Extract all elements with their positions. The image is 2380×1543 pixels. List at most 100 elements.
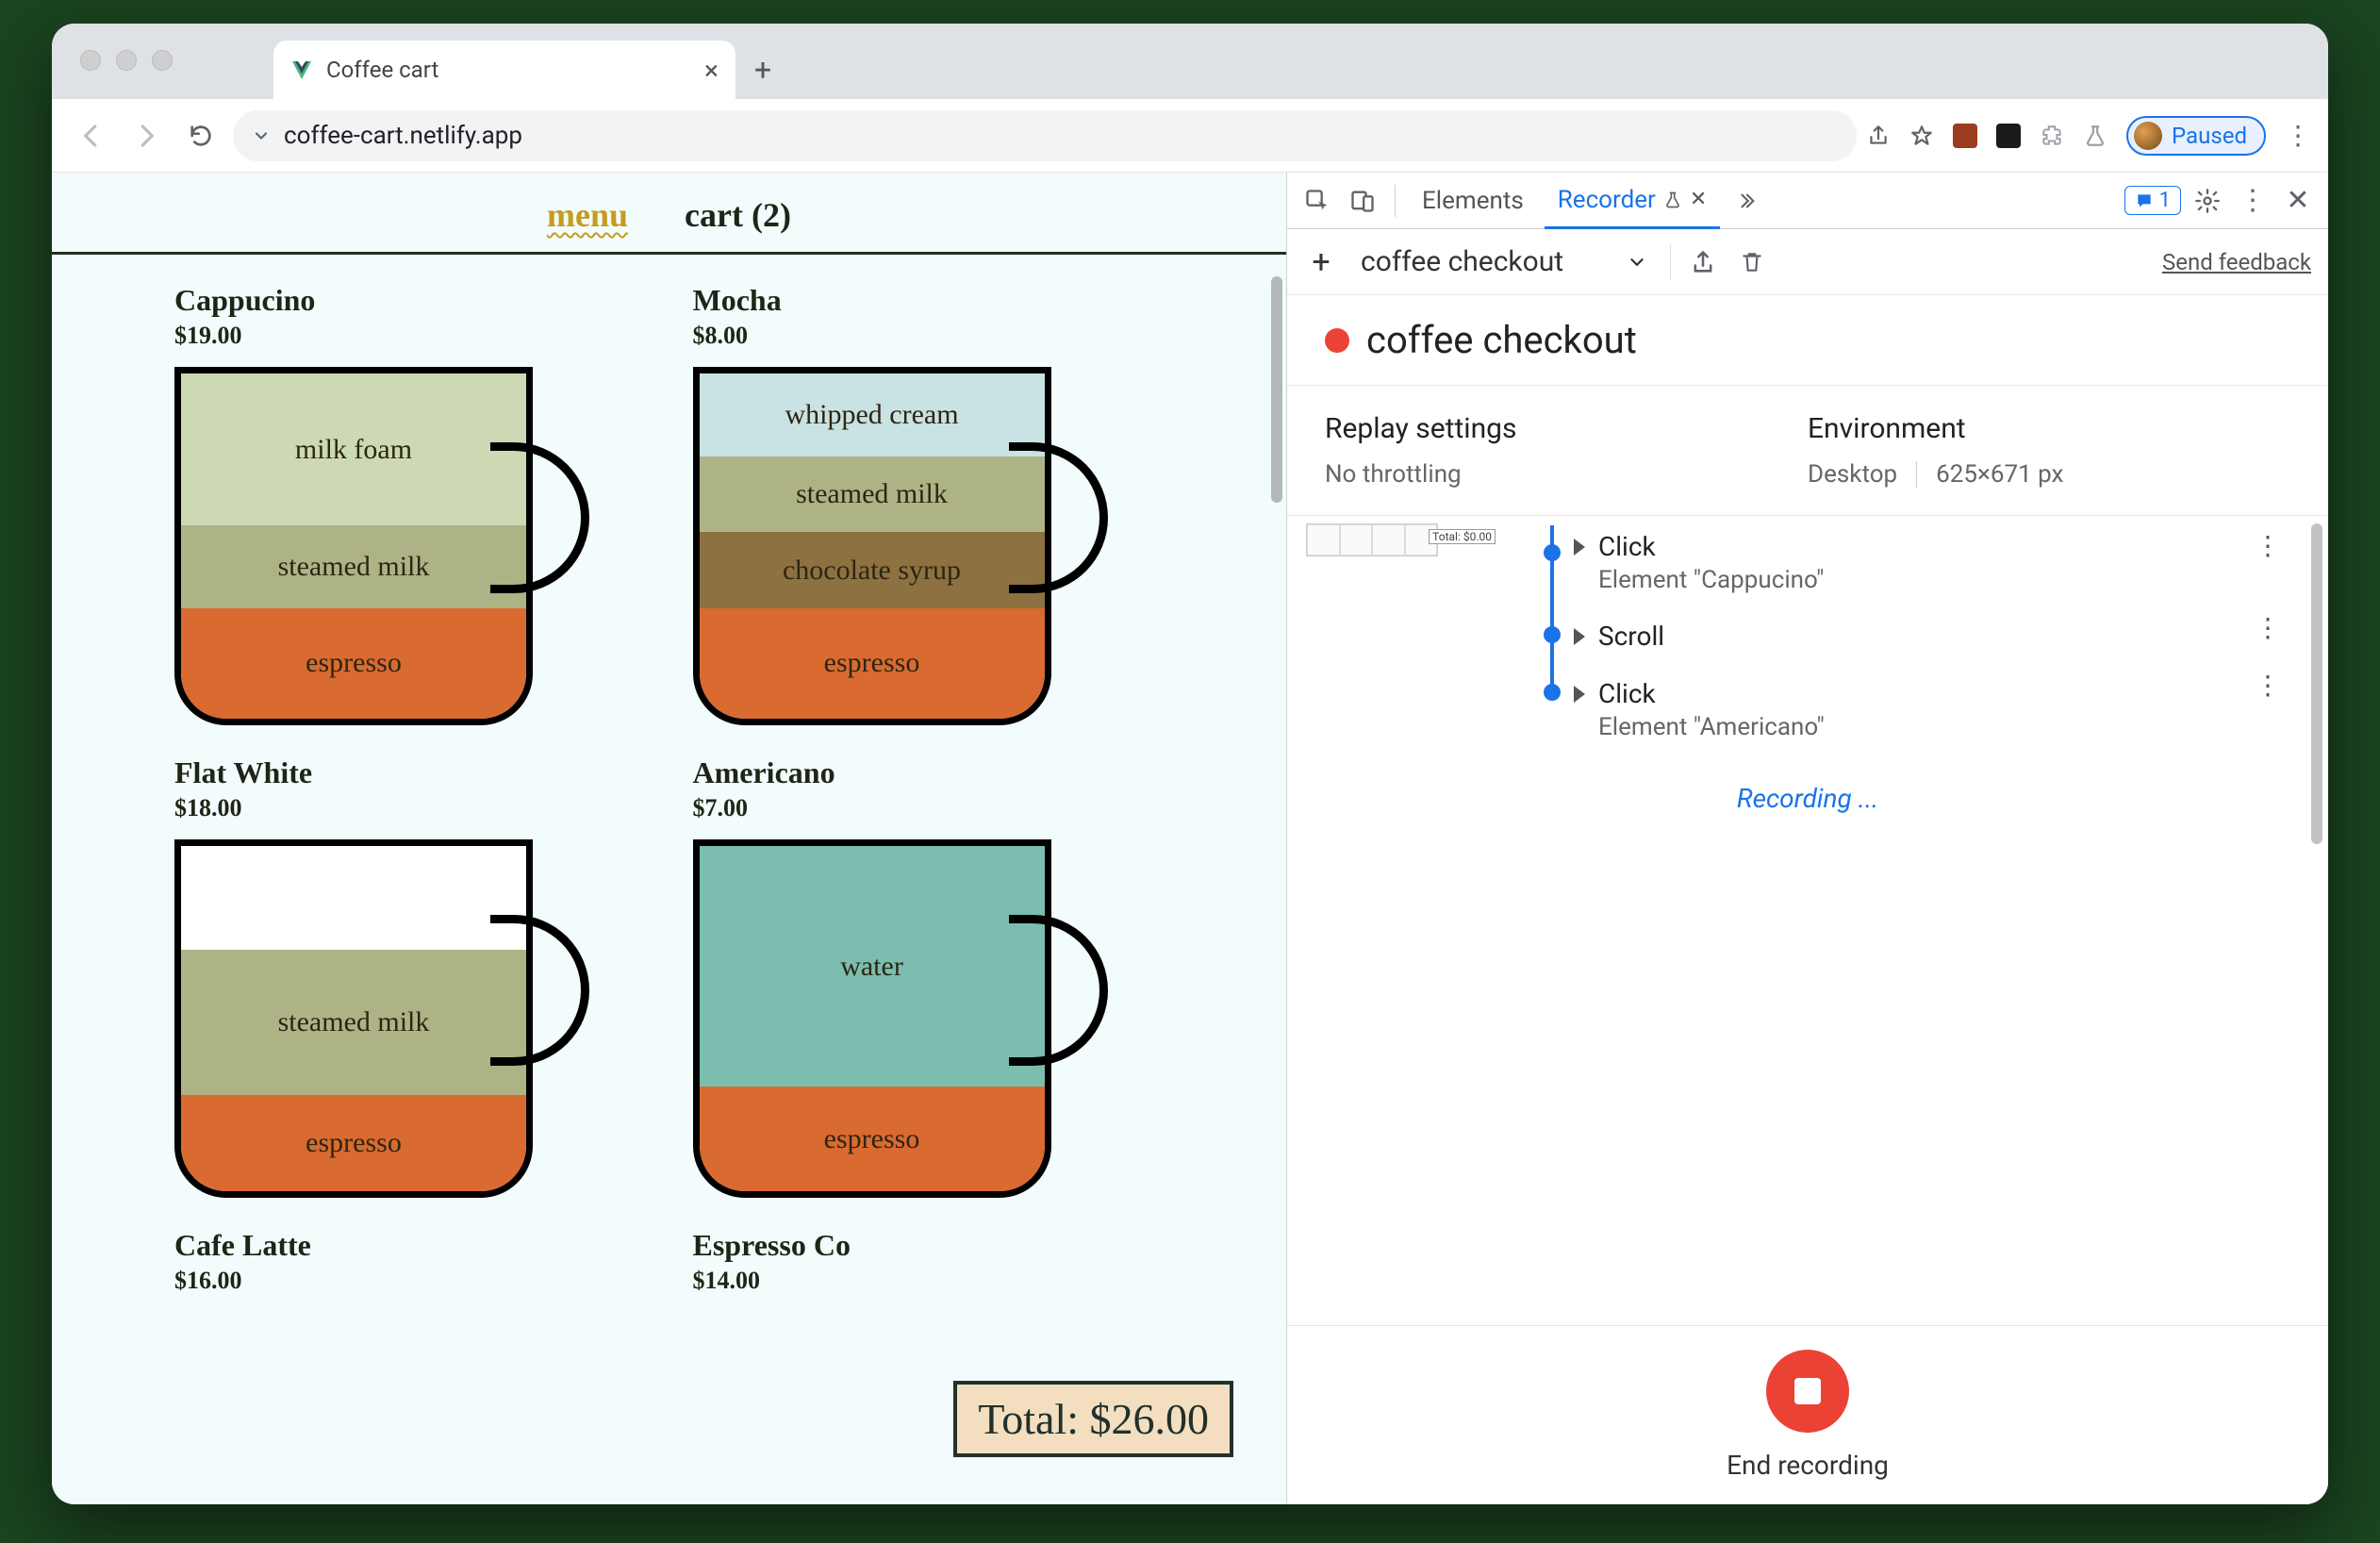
browser-menu-icon[interactable]: ⋮	[2285, 133, 2311, 139]
zoom-window[interactable]	[152, 50, 173, 71]
steps-list: Total: $0.00 Click Element "Cappucino" ⋮…	[1287, 516, 2328, 1325]
url-text: coffee-cart.netlify.app	[284, 122, 522, 150]
delete-icon[interactable]	[1735, 245, 1769, 279]
labs-icon[interactable]	[2083, 124, 2107, 148]
layer-steamed-milk: steamed milk	[700, 456, 1045, 533]
browser-tab[interactable]: Coffee cart ×	[273, 41, 735, 99]
layer-espresso: espresso	[181, 608, 526, 719]
tab-elements[interactable]: Elements	[1409, 173, 1537, 229]
product-price: $16.00	[174, 1267, 646, 1295]
flask-icon	[1663, 191, 1682, 209]
product-cafe-latte[interactable]: Cafe Latte$16.00	[174, 1228, 646, 1295]
recorder-settings: Replay settings No throttling Environmen…	[1287, 386, 2328, 516]
close-window[interactable]	[80, 50, 101, 71]
webpage: menu cart (2) Cappucino $19.00 milk foamst…	[52, 173, 1286, 1504]
stop-icon	[1794, 1378, 1821, 1404]
step-click[interactable]: Click Element "Americano" ⋮	[1532, 665, 2300, 755]
scrollbar[interactable]	[2311, 523, 2322, 844]
product-name: Mocha	[693, 283, 1165, 318]
step-thumbnail: Total: $0.00	[1306, 523, 1438, 556]
messages-badge[interactable]: 1	[2124, 186, 2181, 215]
chevron-down-icon	[1627, 252, 1647, 273]
recording-select[interactable]: coffee checkout	[1353, 240, 1655, 284]
avatar-icon	[2134, 122, 2162, 150]
omnibox[interactable]: coffee-cart.netlify.app	[233, 110, 1857, 161]
recording-title: coffee checkout	[1287, 295, 2328, 386]
product-mocha[interactable]: Mocha $8.00 whipped creamsteamed milkchoco…	[693, 283, 1165, 725]
product-name: Espresso Co	[693, 1228, 1165, 1263]
cup-illustration: whipped creamsteamed milkchocolate syrup…	[693, 367, 1108, 725]
settings-icon[interactable]	[2189, 182, 2226, 220]
product-price: $8.00	[693, 322, 1165, 350]
product-price: $14.00	[693, 1267, 1165, 1295]
product-flat-white[interactable]: Flat White$18.00steamed milkespresso	[174, 755, 646, 1198]
dimensions-value: 625×671 px	[1936, 460, 2063, 489]
step-desc: Element "Americano"	[1598, 713, 2300, 741]
product-americano[interactable]: Americano$7.00waterespresso	[693, 755, 1165, 1198]
new-recording-icon[interactable]: +	[1304, 245, 1338, 279]
step-menu-icon[interactable]: ⋮	[2255, 542, 2281, 550]
product-name: Cappucino	[174, 283, 646, 318]
new-tab-button[interactable]: +	[754, 52, 771, 99]
end-recording-label: End recording	[1727, 1450, 1889, 1481]
recording-status: Recording ...	[1315, 783, 2300, 814]
tab-recorder[interactable]: Recorder ✕	[1545, 173, 1721, 229]
send-feedback-link[interactable]: Send feedback	[2162, 249, 2311, 275]
scrollbar[interactable]	[1271, 276, 1282, 503]
more-tabs-icon[interactable]	[1727, 182, 1765, 220]
extension-icon[interactable]	[1996, 124, 2021, 148]
product-espresso-co[interactable]: Espresso Co $14.00	[693, 1228, 1165, 1295]
layer-steamed-milk: steamed milk	[181, 525, 526, 608]
nav-cart[interactable]: cart (2)	[685, 195, 791, 235]
end-recording-button[interactable]	[1766, 1350, 1849, 1433]
recorder-footer: End recording	[1287, 1325, 2328, 1504]
timeline	[1532, 525, 1574, 607]
product-price: $19.00	[174, 322, 646, 350]
device-value: Desktop	[1808, 460, 1897, 489]
expand-caret-icon[interactable]	[1574, 539, 1585, 556]
devtools-menu-icon[interactable]: ⋮	[2234, 182, 2272, 220]
step-type: Scroll	[1598, 621, 1664, 652]
total-pill[interactable]: Total: $26.00	[953, 1381, 1233, 1457]
tab-strip: Coffee cart × +	[52, 24, 2328, 99]
device-toggle-icon[interactable]	[1344, 182, 1381, 220]
step-menu-icon[interactable]: ⋮	[2255, 624, 2281, 632]
site-info-icon[interactable]	[252, 126, 271, 145]
step-scroll[interactable]: Scroll ⋮	[1532, 607, 2300, 665]
nav-menu[interactable]: menu	[547, 195, 628, 235]
timeline	[1532, 607, 1574, 665]
forward-button[interactable]	[124, 113, 169, 158]
record-indicator-icon	[1325, 328, 1349, 353]
product-price: $7.00	[693, 794, 1165, 822]
extensions-menu-icon[interactable]	[2040, 124, 2064, 148]
cup-illustration: milk foamsteamed milkespresso	[174, 367, 589, 725]
content-area: menu cart (2) Cappucino $19.00 milk foamst…	[52, 173, 2328, 1504]
minimize-window[interactable]	[116, 50, 137, 71]
page-nav: menu cart (2)	[52, 173, 1286, 255]
environment-heading: Environment	[1808, 412, 2290, 445]
close-tab-icon[interactable]: ✕	[1690, 188, 1707, 211]
back-button[interactable]	[69, 113, 114, 158]
profile-paused[interactable]: Paused	[2126, 116, 2266, 156]
expand-caret-icon[interactable]	[1574, 686, 1585, 703]
layer-whipped-cream: whipped cream	[700, 373, 1045, 456]
extension-icon[interactable]	[1953, 124, 1977, 148]
inspect-icon[interactable]	[1298, 182, 1336, 220]
close-devtools-icon[interactable]: ✕	[2279, 182, 2317, 220]
layer-blank	[181, 846, 526, 950]
close-tab-icon[interactable]: ×	[704, 55, 719, 86]
toolbar-icons: Paused ⋮	[1866, 116, 2311, 156]
step-click[interactable]: Click Element "Cappucino" ⋮	[1532, 525, 2300, 607]
expand-caret-icon[interactable]	[1574, 628, 1585, 645]
bookmark-icon[interactable]	[1909, 124, 1934, 148]
throttling-value[interactable]: No throttling	[1325, 460, 1808, 489]
replay-settings-heading: Replay settings	[1325, 412, 1808, 445]
reload-button[interactable]	[178, 113, 223, 158]
step-type: Click	[1598, 531, 1656, 562]
step-menu-icon[interactable]: ⋮	[2255, 682, 2281, 689]
export-icon[interactable]	[1686, 245, 1720, 279]
product-price: $18.00	[174, 794, 646, 822]
share-icon[interactable]	[1866, 124, 1891, 148]
product-cappucino[interactable]: Cappucino $19.00 milk foamsteamed milkespr…	[174, 283, 646, 725]
message-icon	[2135, 191, 2154, 210]
